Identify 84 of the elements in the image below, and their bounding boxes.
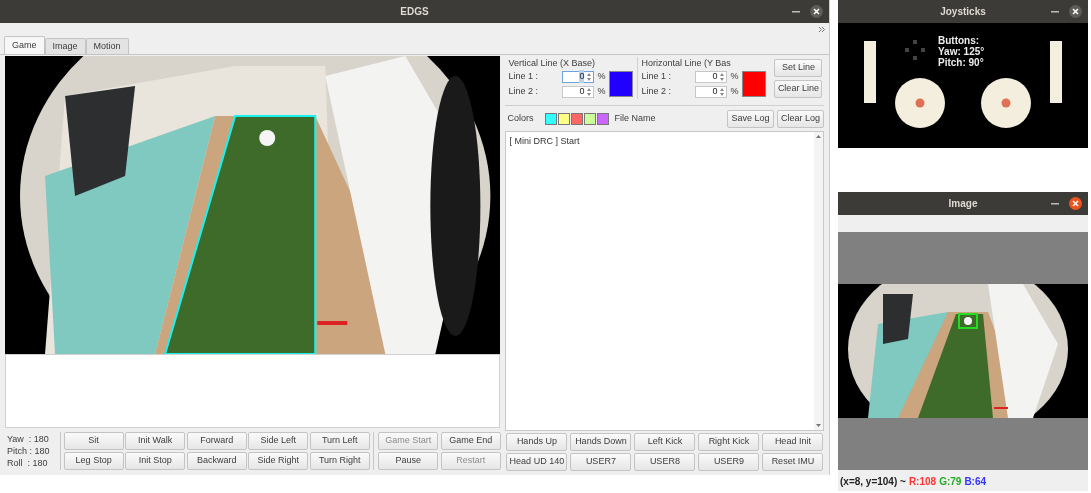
button[interactable]: Left Kick	[634, 433, 696, 451]
button[interactable]: Save Log	[727, 110, 774, 128]
unit-label: %	[730, 84, 739, 98]
double-chevron-icon[interactable]	[819, 26, 825, 32]
button[interactable]: Leg Stop	[63, 451, 124, 470]
joystick-drawing	[981, 78, 1031, 128]
log-area[interactable]: [ Mini DRC ] Start	[505, 131, 824, 431]
left-trigger-bar	[864, 41, 876, 103]
button[interactable]: USER8	[634, 453, 696, 471]
unit-label: %	[730, 69, 739, 83]
button[interactable]: Init Walk	[125, 431, 186, 450]
joystick-readout: Pitch: 90°	[938, 57, 985, 68]
button[interactable]: Turn Left	[309, 431, 370, 450]
imu-reading: Yaw : 180	[7, 432, 50, 445]
button[interactable]: Head Init	[762, 433, 824, 451]
button[interactable]: Clear Line	[774, 80, 823, 98]
group-title: Horizontal Line (Y Bas	[641, 57, 732, 70]
spin-box[interactable]: 0	[562, 70, 595, 83]
close-icon[interactable]	[810, 5, 823, 18]
status-text: (x=8, y=104) ~	[840, 475, 906, 489]
status-text: R:108	[908, 475, 937, 489]
imu-reading: Pitch : 180	[7, 444, 51, 457]
color-swatch[interactable]	[584, 113, 597, 125]
unit-label: %	[597, 84, 606, 98]
button[interactable]: Right Kick	[698, 433, 760, 451]
button[interactable]: Turn Right	[309, 451, 370, 470]
window-title: Joysticks	[940, 5, 986, 19]
status-text: G:79	[939, 475, 962, 489]
imu-reading: Roll : 180	[7, 456, 49, 469]
minimize-icon[interactable]	[1051, 202, 1059, 205]
line-label: Line 1 :	[641, 69, 672, 83]
joystick-readout: Buttons:	[938, 35, 981, 46]
spin-box[interactable]: 0	[695, 85, 728, 98]
button[interactable]: Backward	[186, 451, 247, 470]
window-title: EDGS	[400, 5, 429, 19]
button[interactable]: USER9	[698, 453, 760, 471]
color-swatch[interactable]	[597, 113, 610, 125]
colors-label: Colors	[507, 112, 535, 126]
spinner-arrows-icon[interactable]	[586, 71, 593, 82]
button[interactable]: Clear Log	[777, 110, 824, 128]
button[interactable]: Hands Down	[570, 433, 632, 451]
button[interactable]: USER7	[570, 453, 632, 471]
button[interactable]: Hands Up	[506, 433, 568, 451]
minimize-icon[interactable]	[792, 10, 800, 13]
tab[interactable]: Motion	[85, 38, 129, 54]
spin-box[interactable]: 0	[695, 70, 728, 83]
joystick-readout: Yaw: 125°	[938, 46, 985, 57]
button[interactable]: Game End	[440, 431, 501, 450]
close-icon[interactable]	[1069, 197, 1082, 210]
scrollbar[interactable]	[814, 132, 823, 430]
button[interactable]: Forward	[186, 431, 247, 450]
joystick-drawing	[895, 78, 945, 128]
button[interactable]: Set Line	[774, 59, 823, 77]
file-name-label: File Name	[614, 112, 656, 126]
button[interactable]: Pause	[378, 451, 439, 470]
right-trigger-bar	[1050, 41, 1062, 103]
color-swatch[interactable]	[545, 113, 558, 125]
line-label: Line 2 :	[641, 84, 672, 98]
tab[interactable]: Image	[44, 38, 86, 54]
button[interactable]: Side Left	[248, 431, 309, 450]
button[interactable]: Init Stop	[125, 451, 186, 470]
line-label: Line 1 :	[508, 69, 539, 83]
spinner-arrows-icon[interactable]	[719, 71, 726, 82]
button[interactable]: Side Right	[248, 451, 309, 470]
dpad-icon	[905, 40, 925, 60]
line-label: Line 2 :	[508, 84, 539, 98]
button[interactable]: Sit	[63, 431, 124, 450]
unit-label: %	[597, 69, 606, 83]
color-swatch[interactable]	[558, 113, 571, 125]
button[interactable]: Head UD 140	[506, 453, 568, 471]
spin-box[interactable]: 0	[562, 85, 595, 98]
button[interactable]: Reset IMU	[762, 453, 824, 471]
color-swatch[interactable]	[571, 113, 584, 125]
color-swatch[interactable]	[742, 71, 767, 97]
log-line: [ Mini DRC ] Start	[509, 135, 581, 148]
tab[interactable]: Game	[4, 36, 45, 54]
window-title: Image	[948, 197, 978, 211]
close-icon[interactable]	[1069, 5, 1082, 18]
spinner-arrows-icon[interactable]	[586, 86, 593, 97]
color-swatch[interactable]	[609, 71, 634, 97]
group-title: Vertical Line (X Base)	[508, 57, 596, 70]
minimize-icon[interactable]	[1051, 10, 1059, 13]
spinner-arrows-icon[interactable]	[719, 86, 726, 97]
status-text: B:64	[964, 475, 987, 489]
